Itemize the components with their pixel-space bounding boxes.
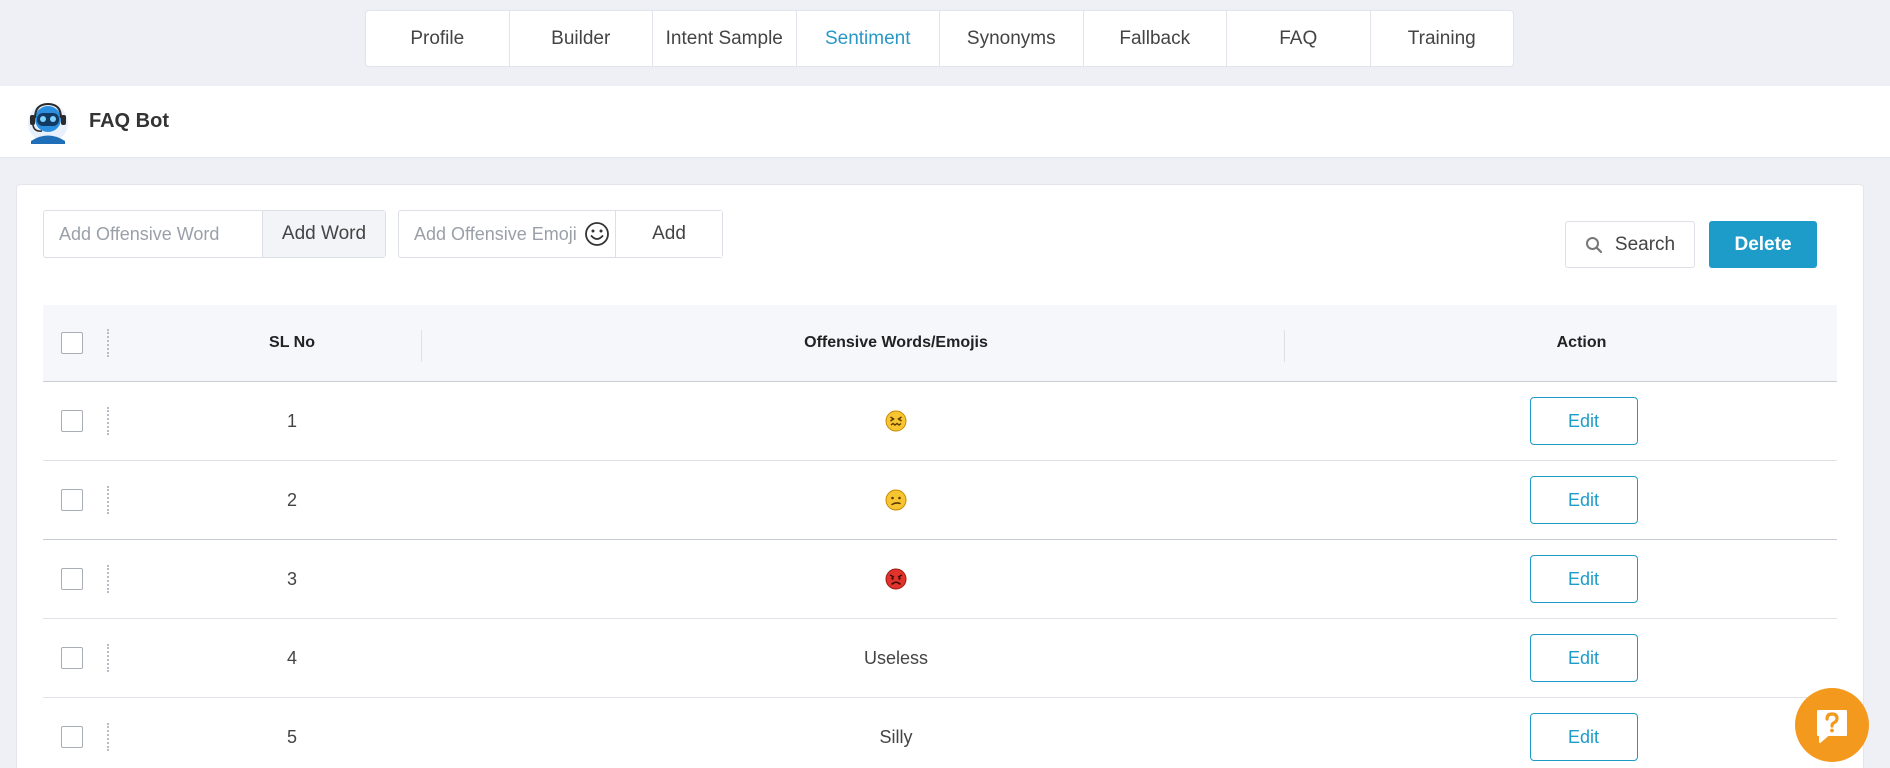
row-checkbox[interactable]	[61, 489, 83, 511]
row-drag-handle[interactable]	[107, 486, 109, 514]
header-sl-no: SL No	[269, 334, 315, 351]
row-sl-no: 3	[286, 568, 297, 589]
row-checkbox[interactable]	[61, 568, 83, 590]
row-sl-no: 2	[286, 489, 297, 510]
table-row: 5 Silly Edit	[43, 698, 1837, 768]
app-root: Profile Builder Intent Sample Sentiment …	[0, 0, 1890, 768]
edit-button[interactable]: Edit	[1529, 713, 1638, 761]
row-checkbox[interactable]	[61, 647, 83, 669]
column-resize-handle[interactable]	[107, 329, 109, 357]
row-checkbox[interactable]	[61, 726, 83, 748]
tab-builder[interactable]: Builder	[510, 11, 653, 66]
tab-synonyms[interactable]: Synonyms	[940, 11, 1084, 66]
section-tabs: Profile Builder Intent Sample Sentiment …	[365, 10, 1514, 67]
header-action: Action	[1556, 334, 1607, 351]
edit-button[interactable]: Edit	[1529, 476, 1638, 524]
row-checkbox[interactable]	[61, 410, 83, 432]
table-row: 3 Edit	[43, 540, 1837, 619]
smiley-icon[interactable]	[579, 211, 615, 257]
offensive-words-table: SL No Offensive Words/Emojis Action 1 Ed…	[43, 305, 1837, 768]
tab-fallback[interactable]: Fallback	[1084, 11, 1227, 66]
add-word-group: Add Word	[43, 210, 386, 258]
row-drag-handle[interactable]	[107, 644, 109, 672]
offensive-word-input[interactable]	[44, 211, 262, 257]
tab-sentiment[interactable]: Sentiment	[797, 11, 940, 66]
row-drag-handle[interactable]	[107, 723, 109, 751]
row-offensive-item	[466, 410, 1326, 432]
angry-face-icon	[885, 568, 907, 590]
search-button-label: Search	[1614, 233, 1676, 255]
table-row: 1 Edit	[43, 382, 1837, 461]
search-icon	[1585, 236, 1602, 253]
offensive-emoji-input[interactable]	[399, 211, 579, 257]
table-row: 2 Edit	[43, 461, 1837, 540]
help-widget-button[interactable]	[1795, 688, 1869, 762]
robot-headset-icon	[28, 102, 68, 144]
edit-button[interactable]: Edit	[1529, 555, 1638, 603]
column-divider	[1284, 330, 1285, 362]
table-row: 4 Useless Edit	[43, 619, 1837, 698]
select-all-checkbox[interactable]	[61, 332, 83, 354]
tab-intent-sample[interactable]: Intent Sample	[653, 11, 797, 66]
confounded-face-icon	[885, 410, 907, 432]
bot-header: FAQ Bot	[0, 86, 1890, 158]
search-button[interactable]: Search	[1565, 221, 1695, 268]
question-mark-icon	[1817, 710, 1847, 743]
tab-training[interactable]: Training	[1371, 11, 1514, 66]
row-offensive-item	[466, 489, 1326, 511]
header-offensive-words: Offensive Words/Emojis	[804, 334, 988, 351]
bot-name: FAQ Bot	[89, 110, 169, 132]
row-sl-no: 1	[286, 410, 297, 431]
row-drag-handle[interactable]	[107, 407, 109, 435]
row-offensive-item: Silly	[879, 726, 913, 747]
tab-faq[interactable]: FAQ	[1227, 11, 1371, 66]
row-sl-no: 4	[286, 647, 297, 668]
edit-button[interactable]: Edit	[1529, 397, 1638, 445]
row-drag-handle[interactable]	[107, 565, 109, 593]
column-divider	[421, 330, 422, 362]
add-emoji-group: Add	[398, 210, 723, 258]
delete-button[interactable]: Delete	[1709, 221, 1817, 268]
row-sl-no: 5	[286, 726, 297, 747]
confused-face-icon	[885, 489, 907, 511]
tab-profile[interactable]: Profile	[366, 11, 510, 66]
row-offensive-item	[466, 568, 1326, 590]
edit-button[interactable]: Edit	[1529, 634, 1638, 682]
row-offensive-item: Useless	[863, 647, 929, 668]
add-word-button[interactable]: Add Word	[262, 211, 385, 257]
table-header: SL No Offensive Words/Emojis Action	[43, 305, 1837, 382]
add-emoji-button[interactable]: Add	[615, 211, 722, 257]
